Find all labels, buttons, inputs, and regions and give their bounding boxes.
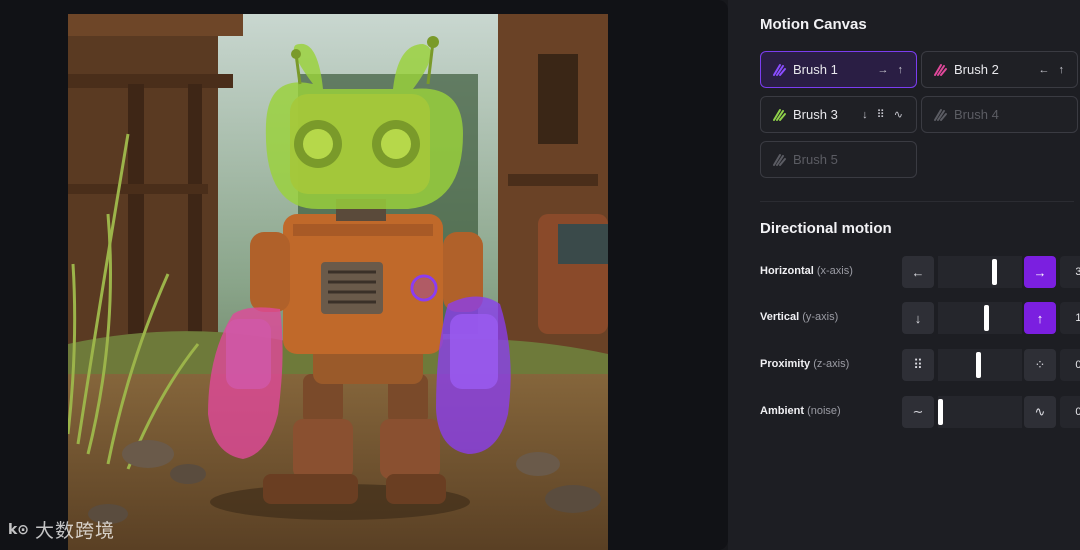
vertical-slider-thumb[interactable] — [984, 305, 989, 331]
horizontal-slider[interactable] — [938, 256, 1022, 288]
brush-icon — [771, 152, 787, 168]
proximity-axis-text: (z-axis) — [813, 358, 850, 370]
proximity-slider-thumb[interactable] — [976, 352, 981, 378]
vertical-axis-text: (y-axis) — [802, 311, 839, 323]
brush-direction-icons: → ↑ — [877, 63, 906, 76]
horizontal-axis-text: (x-axis) — [816, 265, 853, 277]
brush-direction-icons: ← ↑ — [1038, 63, 1067, 76]
brush-icon — [932, 62, 948, 78]
horizontal-slider-thumb[interactable] — [992, 259, 997, 285]
watermark: k⊙ 大数跨境 — [8, 516, 115, 543]
proximity-increase-button[interactable]: ⁘ — [1024, 349, 1056, 381]
canvas-area: k⊙ 大数跨境 — [0, 0, 728, 550]
robot-scene-image[interactable] — [68, 14, 608, 550]
brush-direction-icons: ↓ ⠿ ∿ — [862, 109, 906, 121]
proximity-label: Proximity (z-axis) — [760, 358, 849, 370]
vertical-decrease-button[interactable]: ↓ — [902, 302, 934, 334]
ambient-increase-button[interactable]: ∿ — [1024, 396, 1056, 428]
panel-title: Motion Canvas — [760, 16, 867, 33]
proximity-row: Proximity (z-axis) ⠿ ⁘0.0 — [760, 349, 1080, 381]
brush-label: Brush 5 — [793, 152, 838, 167]
brush-2-button[interactable]: Brush 2 ← ↑ — [921, 51, 1078, 88]
brush-icon — [771, 62, 787, 78]
horizontal-row: Horizontal (x-axis) ← →3.5 — [760, 256, 1080, 288]
watermark-logo: k⊙ — [8, 521, 30, 538]
proximity-decrease-button[interactable]: ⠿ — [902, 349, 934, 381]
ambient-decrease-button[interactable]: ∼ — [902, 396, 934, 428]
horizontal-label: Horizontal (x-axis) — [760, 265, 853, 277]
brush-5-button[interactable]: Brush 5 — [760, 141, 917, 178]
brush-label: Brush 1 — [793, 62, 838, 77]
brush-4-button[interactable]: Brush 4 — [921, 96, 1078, 133]
vertical-label-text: Vertical — [760, 311, 800, 323]
ambient-value-field[interactable]: 0.0 — [1060, 396, 1080, 428]
ambient-axis-text: (noise) — [807, 405, 841, 417]
ambient-label: Ambient (noise) — [760, 405, 841, 417]
vertical-label: Vertical (y-axis) — [760, 311, 838, 323]
ambient-row: Ambient (noise) ∼ ∿0.0 — [760, 396, 1080, 428]
proximity-slider[interactable] — [938, 349, 1022, 381]
brush-3-button[interactable]: Brush 3 ↓ ⠿ ∿ — [760, 96, 917, 133]
brush-label: Brush 2 — [954, 62, 999, 77]
vertical-value-field[interactable]: 1.5 — [1060, 302, 1080, 334]
horizontal-label-text: Horizontal — [760, 265, 814, 277]
ambient-label-text: Ambient — [760, 405, 804, 417]
brush-icon — [932, 107, 948, 123]
vertical-row: Vertical (y-axis) ↓ ↑1.5 — [760, 302, 1080, 334]
proximity-label-text: Proximity — [760, 358, 811, 370]
vertical-slider[interactable] — [938, 302, 1022, 334]
brush-label: Brush 4 — [954, 107, 999, 122]
directional-motion-title: Directional motion — [760, 220, 892, 237]
motion-canvas-panel: Motion Canvas Brush 1 → ↑ Brush 2 ← ↑ Brush … — [728, 0, 1080, 550]
horizontal-value-field[interactable]: 3.5 — [1060, 256, 1080, 288]
horizontal-increase-button[interactable]: → — [1024, 256, 1056, 288]
ambient-slider-thumb[interactable] — [938, 399, 943, 425]
vertical-increase-button[interactable]: ↑ — [1024, 302, 1056, 334]
horizontal-decrease-button[interactable]: ← — [902, 256, 934, 288]
ambient-slider[interactable] — [938, 396, 1022, 428]
divider — [760, 201, 1074, 202]
brush-1-button[interactable]: Brush 1 → ↑ — [760, 51, 917, 88]
brush-icon — [771, 107, 787, 123]
watermark-text: 大数跨境 — [35, 520, 116, 542]
brush-label: Brush 3 — [793, 107, 838, 122]
proximity-value-field[interactable]: 0.0 — [1060, 349, 1080, 381]
